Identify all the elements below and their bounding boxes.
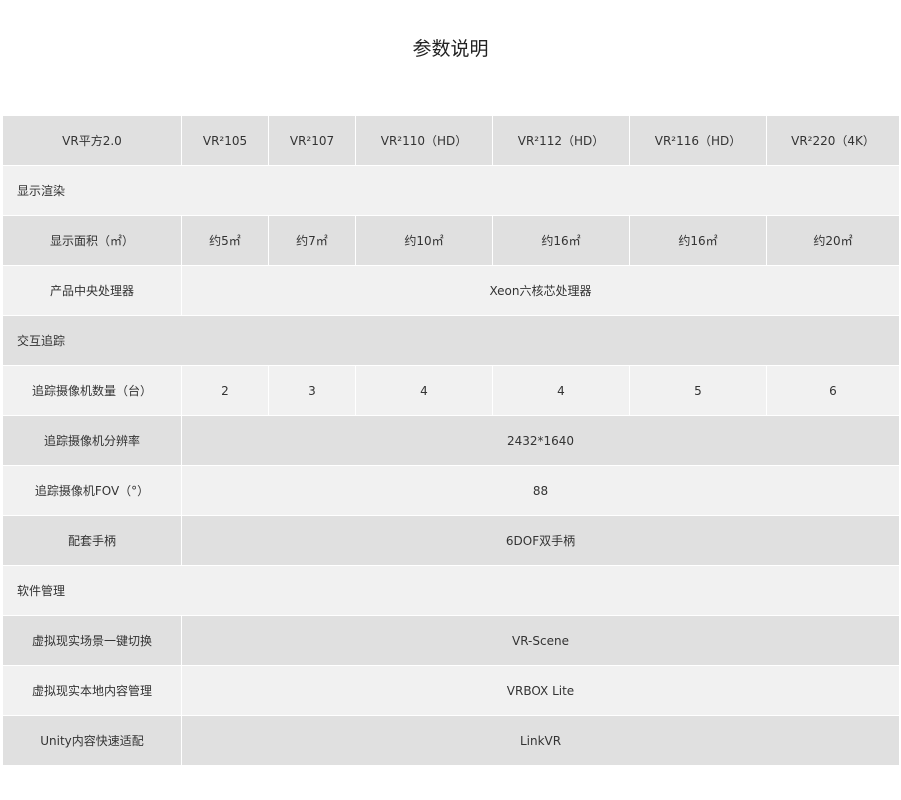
cell-value: 6DOF双手柄 [181, 515, 900, 566]
header-label: VR平方2.0 [2, 115, 182, 166]
table-row-cpu: 产品中央处理器 Xeon六核芯处理器 [2, 265, 900, 316]
section-row-display: 显示渲染 [2, 165, 900, 216]
cell-value: 约16㎡ [629, 215, 767, 266]
header-model: VR²220（4K） [766, 115, 900, 166]
row-label: Unity内容快速适配 [2, 715, 182, 766]
page-title: 参数说明 [412, 38, 489, 60]
row-label: 追踪摄像机分辨率 [2, 415, 182, 466]
table-row-camera-fov: 追踪摄像机FOV（°） 88 [2, 465, 900, 516]
header-model: VR²116（HD） [629, 115, 767, 166]
table-header-row: VR平方2.0 VR²105 VR²107 VR²110（HD） VR²112（… [2, 115, 900, 166]
cell-value: 约16㎡ [492, 215, 630, 266]
header-model: VR²112（HD） [492, 115, 630, 166]
cell-value: 6 [766, 365, 900, 416]
table-row-scene-switch: 虚拟现实场景一键切换 VR-Scene [2, 615, 900, 666]
cell-value: 5 [629, 365, 767, 416]
header-model: VR²110（HD） [355, 115, 493, 166]
section-title: 显示渲染 [2, 165, 900, 216]
section-title: 软件管理 [2, 565, 900, 616]
section-title: 交互追踪 [2, 315, 900, 366]
table-row-display-area: 显示面积（㎡） 约5㎡ 约7㎡ 约10㎡ 约16㎡ 约16㎡ 约20㎡ [2, 215, 900, 266]
section-row-software: 软件管理 [2, 565, 900, 616]
table-row-controller: 配套手柄 6DOF双手柄 [2, 515, 900, 566]
cell-value: LinkVR [181, 715, 900, 766]
cell-value: VR-Scene [181, 615, 900, 666]
row-label: 配套手柄 [2, 515, 182, 566]
row-label: 产品中央处理器 [2, 265, 182, 316]
cell-value: 2 [181, 365, 269, 416]
cell-value: VRBOX Lite [181, 665, 900, 716]
header-model: VR²107 [268, 115, 356, 166]
table-row-content-mgmt: 虚拟现实本地内容管理 VRBOX Lite [2, 665, 900, 716]
section-row-tracking: 交互追踪 [2, 315, 900, 366]
header-model: VR²105 [181, 115, 269, 166]
cell-value: 约7㎡ [268, 215, 356, 266]
cell-value: Xeon六核芯处理器 [181, 265, 900, 316]
cell-value: 约20㎡ [766, 215, 900, 266]
cell-value: 2432*1640 [181, 415, 900, 466]
row-label: 追踪摄像机数量（台） [2, 365, 182, 416]
spec-table: VR平方2.0 VR²105 VR²107 VR²110（HD） VR²112（… [2, 115, 900, 766]
row-label: 追踪摄像机FOV（°） [2, 465, 182, 516]
table-row-camera-count: 追踪摄像机数量（台） 2 3 4 4 5 6 [2, 365, 900, 416]
table-row-camera-resolution: 追踪摄像机分辨率 2432*1640 [2, 415, 900, 466]
cell-value: 3 [268, 365, 356, 416]
cell-value: 4 [355, 365, 493, 416]
cell-value: 约10㎡ [355, 215, 493, 266]
table-row-unity-adapt: Unity内容快速适配 LinkVR [2, 715, 900, 766]
cell-value: 4 [492, 365, 630, 416]
row-label: 虚拟现实本地内容管理 [2, 665, 182, 716]
cell-value: 88 [181, 465, 900, 516]
row-label: 显示面积（㎡） [2, 215, 182, 266]
row-label: 虚拟现实场景一键切换 [2, 615, 182, 666]
cell-value: 约5㎡ [181, 215, 269, 266]
